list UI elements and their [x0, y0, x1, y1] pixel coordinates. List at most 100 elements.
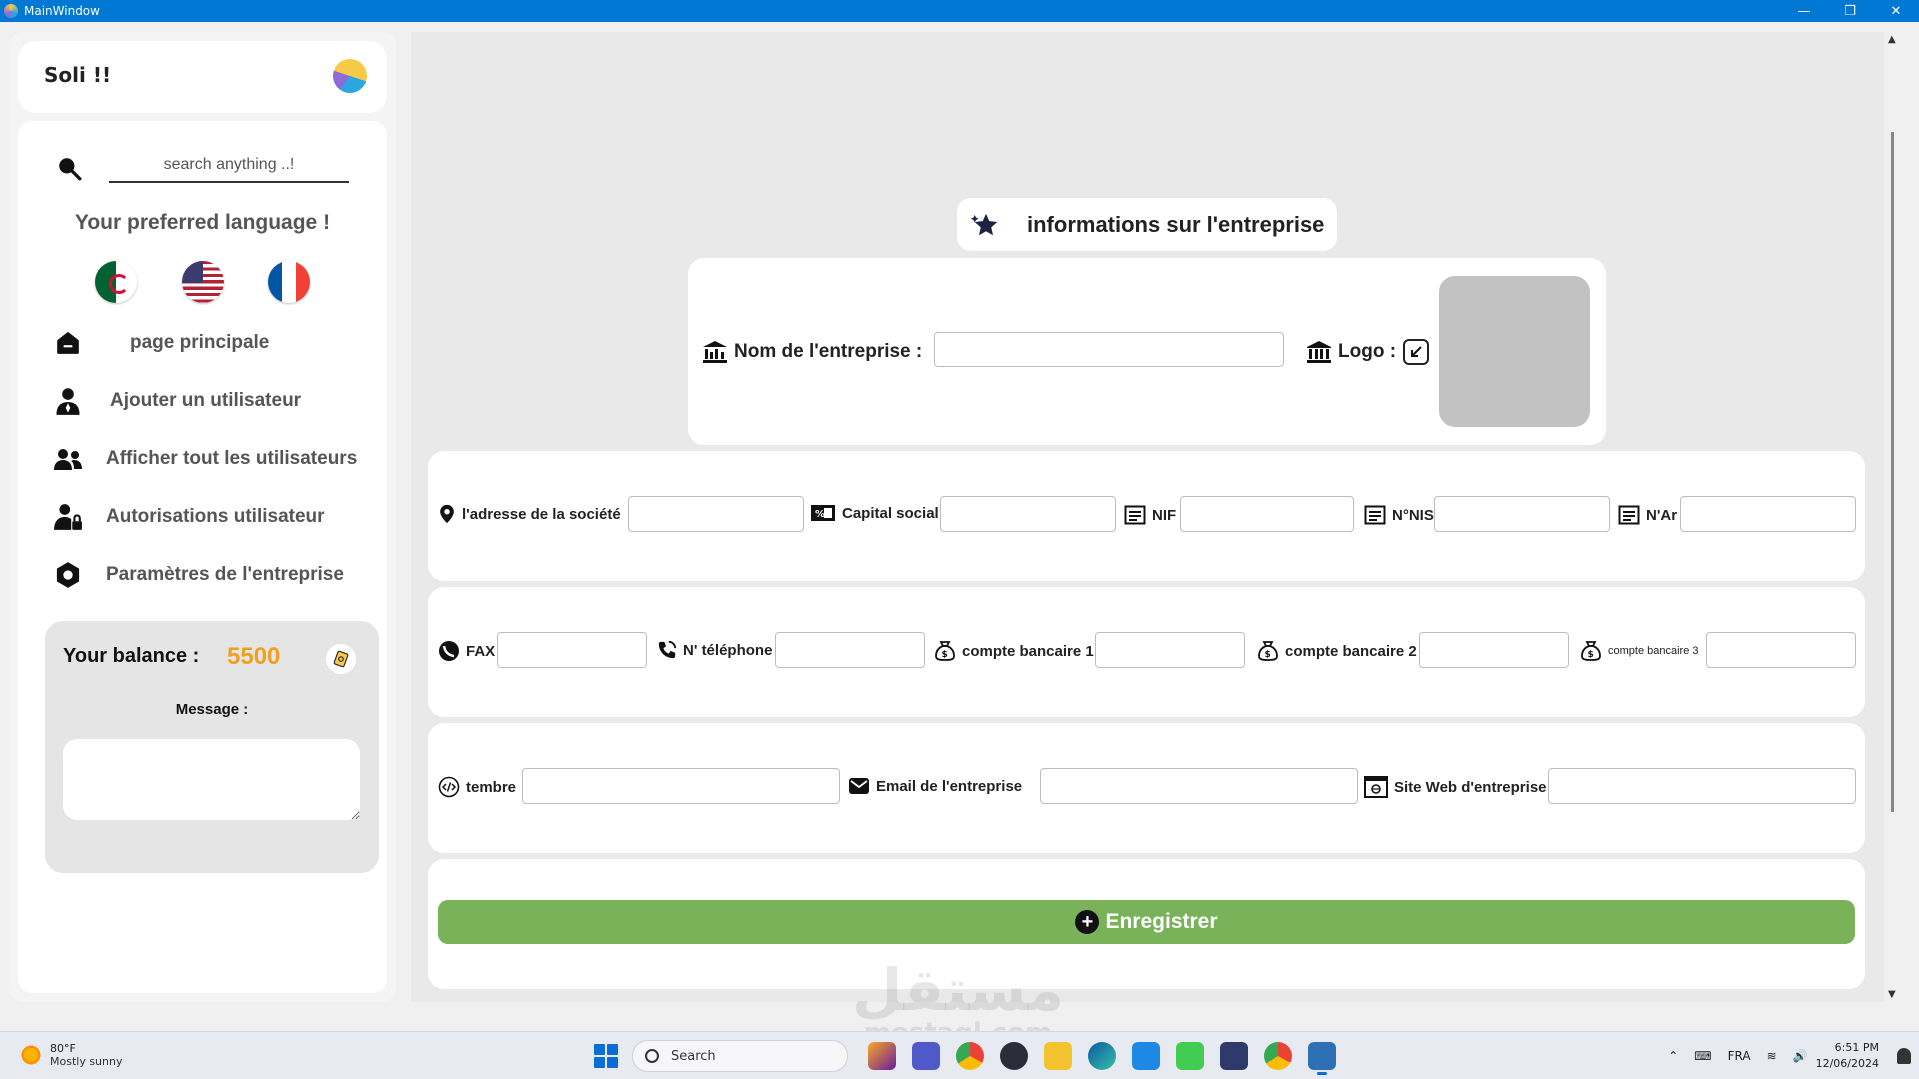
- search-bar: [54, 149, 354, 189]
- nis-input[interactable]: [1434, 496, 1610, 532]
- chevron-up-icon[interactable]: ⌃: [1668, 1049, 1678, 1063]
- balance-value: 5500: [227, 643, 281, 670]
- weather-desc: Mostly sunny: [50, 1055, 123, 1068]
- minimize-button[interactable]: —: [1781, 0, 1827, 22]
- weather-temp: 80°F: [50, 1042, 76, 1055]
- language-title: Your preferred language !: [74, 211, 331, 234]
- main-panel: informations sur l'entreprise Nom de l'e…: [411, 32, 1884, 1002]
- add-user-icon: [52, 385, 84, 417]
- balance-card: Your balance : 5500 Message :: [45, 621, 379, 873]
- taskbar: 80°F Mostly sunny Search ⌃ ⌨ FRA ≋ 🔊 6:5…: [0, 1031, 1919, 1079]
- phone-icon: [658, 640, 677, 659]
- users-icon: [52, 443, 84, 475]
- money-bag-icon: $: [1581, 641, 1601, 661]
- nav-label: Autorisations utilisateur: [106, 506, 325, 527]
- wallet-icon[interactable]: [326, 644, 356, 674]
- field-label: Site Web d'entreprise: [1364, 776, 1547, 798]
- fax-icon: [439, 641, 459, 661]
- svg-text:$: $: [942, 650, 948, 660]
- bank-account-3-input[interactable]: [1706, 632, 1856, 668]
- scroll-down-icon[interactable]: ▼: [1888, 989, 1896, 1000]
- stamp-input[interactable]: [522, 768, 840, 804]
- sidebar: Soli !! Your preferred language ! page p…: [9, 32, 396, 1002]
- document-icon: [1124, 505, 1146, 525]
- company-name-input[interactable]: [934, 332, 1284, 367]
- edge-app-icon[interactable]: [1088, 1042, 1116, 1070]
- phone-input[interactable]: [775, 632, 925, 668]
- scroll-thumb[interactable]: [1891, 132, 1894, 812]
- fax-input[interactable]: [497, 632, 647, 668]
- wifi-icon[interactable]: ≋: [1767, 1049, 1777, 1063]
- nav-item-home[interactable]: page principale: [52, 321, 372, 365]
- message-label: Message :: [175, 701, 249, 718]
- obs-app-icon[interactable]: [1000, 1042, 1028, 1070]
- field-label: $ compte bancaire 3: [1580, 640, 1699, 662]
- search-icon[interactable]: [56, 155, 82, 181]
- close-button[interactable]: ✕: [1873, 0, 1919, 22]
- nif-input[interactable]: [1180, 496, 1354, 532]
- python-app-icon[interactable]: [1308, 1042, 1336, 1075]
- message-box[interactable]: [63, 739, 360, 820]
- widgets-app-icon[interactable]: [868, 1042, 896, 1070]
- actions-row: + Enregistrer: [428, 859, 1865, 989]
- visual-studio-app-icon[interactable]: [1220, 1042, 1248, 1070]
- save-button[interactable]: + Enregistrer: [438, 900, 1855, 944]
- qt-creator-app-icon[interactable]: [1176, 1042, 1204, 1070]
- nav-item-user-permissions[interactable]: Autorisations utilisateur: [52, 495, 372, 539]
- bank-account-2-input[interactable]: [1419, 632, 1569, 668]
- upload-logo-button[interactable]: [1403, 339, 1429, 365]
- restore-button[interactable]: ❐: [1827, 0, 1873, 22]
- nav-card: Your preferred language ! page principal…: [18, 121, 387, 993]
- window-title: MainWindow: [24, 4, 100, 18]
- nar-input[interactable]: [1680, 496, 1856, 532]
- input-language[interactable]: FRA: [1728, 1049, 1751, 1063]
- settings-hexagon-icon: [52, 559, 84, 591]
- system-tray: ⌃ ⌨ FRA ≋ 🔊 6:51 PM 12/06/2024: [1660, 1032, 1919, 1079]
- company-email-input[interactable]: [1040, 768, 1358, 804]
- location-pin-icon: [440, 504, 454, 524]
- nav-label: page principale: [130, 332, 270, 353]
- capital-social-input[interactable]: [940, 496, 1116, 532]
- teams-app-icon[interactable]: [912, 1042, 940, 1070]
- file-explorer-icon[interactable]: [1044, 1042, 1072, 1070]
- flag-france-icon[interactable]: [268, 261, 310, 303]
- field-label: FAX: [438, 640, 495, 662]
- weather-widget[interactable]: 80°F Mostly sunny: [20, 1042, 122, 1068]
- address-input[interactable]: [628, 496, 804, 532]
- volume-icon[interactable]: 🔊: [1793, 1049, 1808, 1063]
- chrome-profile-app-icon[interactable]: [1264, 1042, 1292, 1070]
- search-input[interactable]: [109, 149, 349, 183]
- flag-usa-icon[interactable]: [182, 261, 224, 303]
- nav-label: Ajouter un utilisateur: [110, 390, 302, 411]
- company-website-input[interactable]: [1548, 768, 1856, 804]
- plus-icon: +: [1075, 910, 1100, 934]
- vertical-scrollbar[interactable]: ▲ ▼: [1884, 32, 1902, 1002]
- notification-bell-icon[interactable]: [1897, 1048, 1911, 1064]
- money-bag-icon: $: [1258, 641, 1278, 661]
- flag-algeria-icon[interactable]: [95, 261, 137, 303]
- svg-text:$: $: [1265, 650, 1271, 660]
- field-label: $ compte bancaire 2: [1257, 640, 1417, 662]
- bank-account-1-input[interactable]: [1095, 632, 1245, 668]
- field-label: N°NIS: [1364, 504, 1434, 526]
- sun-icon: [20, 1044, 42, 1066]
- star-icon: [971, 213, 998, 235]
- nav-item-add-user[interactable]: Ajouter un utilisateur: [52, 379, 372, 423]
- windows-start-icon[interactable]: [594, 1044, 618, 1068]
- logo-preview[interactable]: [1439, 276, 1590, 427]
- scroll-up-icon[interactable]: ▲: [1888, 34, 1896, 45]
- logo-label: Logo :: [1306, 340, 1396, 364]
- company-name-label: Nom de l'entreprise :: [702, 340, 922, 364]
- clock[interactable]: 6:51 PM 12/06/2024: [1816, 1040, 1879, 1072]
- field-label: $ compte bancaire 1: [934, 640, 1094, 662]
- taskbar-search[interactable]: Search: [632, 1040, 848, 1072]
- nav-item-company-settings[interactable]: Paramètres de l'entreprise: [52, 553, 372, 597]
- nav-item-all-users[interactable]: Afficher tout les utilisateurs: [52, 437, 372, 481]
- language-selector: [95, 261, 315, 305]
- vscode-app-icon[interactable]: [1132, 1042, 1160, 1070]
- keyboard-icon[interactable]: ⌨: [1694, 1049, 1711, 1063]
- bank-building-icon: [703, 341, 727, 363]
- chrome-app-icon[interactable]: [956, 1042, 984, 1070]
- home-icon: [52, 327, 84, 359]
- document-icon: [1618, 505, 1640, 525]
